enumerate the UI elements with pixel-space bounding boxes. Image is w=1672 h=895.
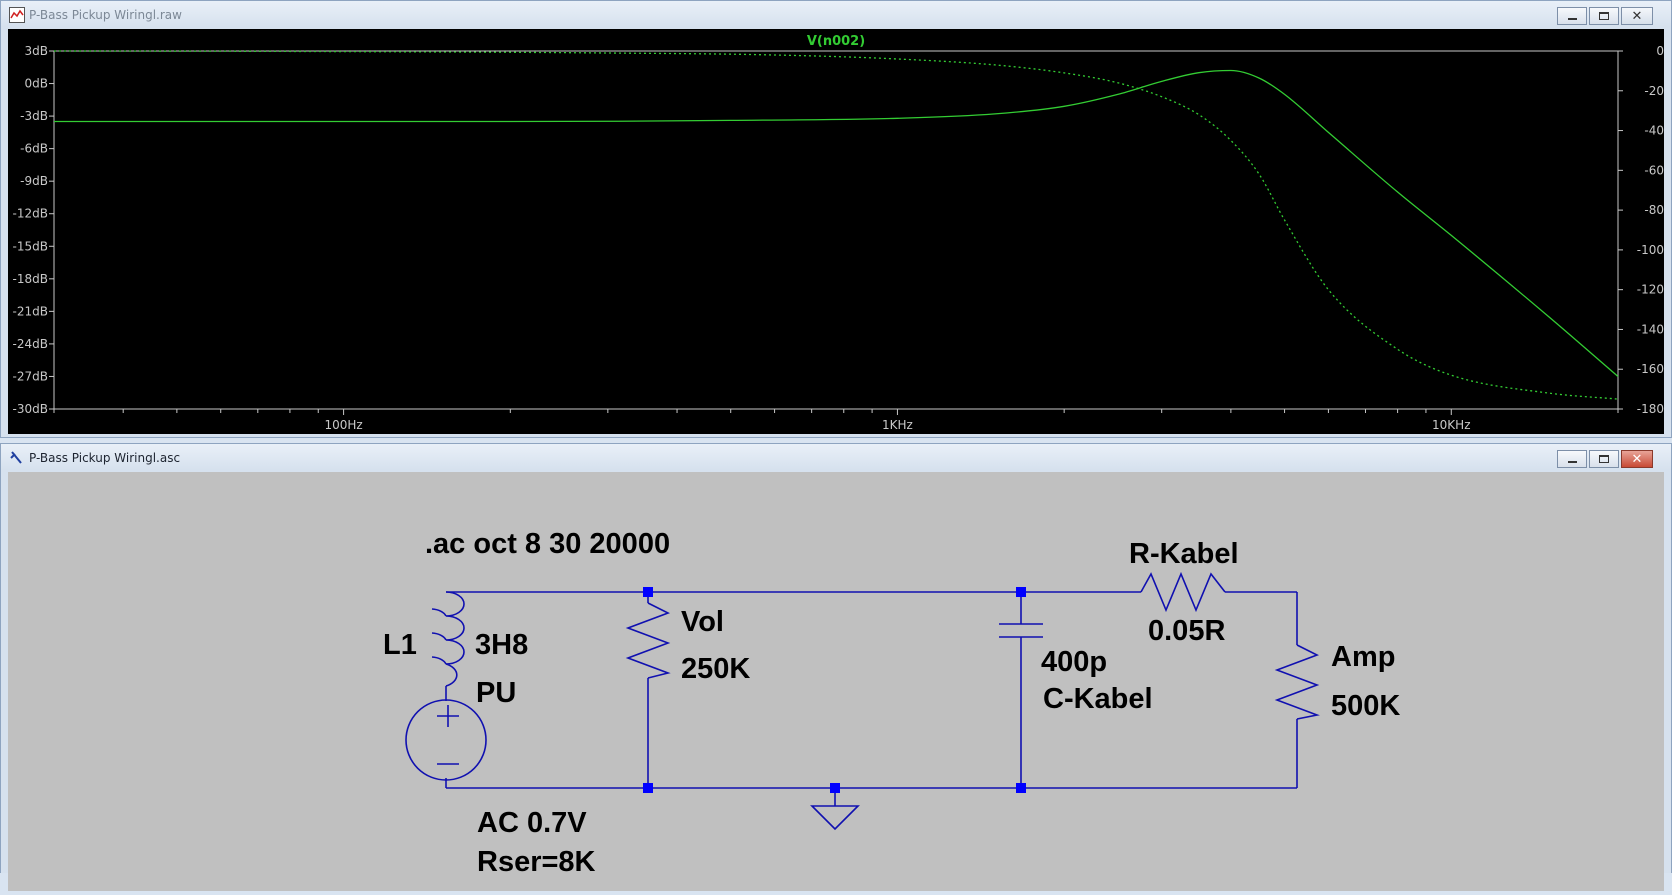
schematic-drawing[interactable]: .ac oct 8 30 20000 L1 3H8 PU Vol 250K 40… [8,472,1664,891]
minimize-button[interactable] [1557,450,1587,468]
y-right-tick-label: -160° [1637,362,1664,376]
y-right-tick-label: -100° [1637,243,1664,257]
maximize-button[interactable] [1589,7,1619,25]
node-cap-top[interactable] [1016,587,1026,597]
maximize-button[interactable] [1589,450,1619,468]
y-right-tick-label: -140° [1637,322,1664,336]
r-kabel-value[interactable]: 0.05R [1148,615,1225,647]
node-vol-bottom[interactable] [643,783,653,793]
cap-value[interactable]: 400p [1041,646,1107,678]
close-icon: ✕ [1631,8,1643,24]
schematic-window-title: P-Bass Pickup Wiringl.asc [29,451,181,465]
y-left-tick-label: -15dB [13,239,48,253]
maximize-icon [1599,455,1609,463]
y-left-tick-label: -6dB [20,142,48,156]
source-rser[interactable]: Rser=8K [477,846,596,878]
y-right-tick-label: -80° [1644,203,1664,217]
y-left-tick-label: -3dB [20,109,48,123]
source-value[interactable]: AC 0.7V [477,807,587,839]
y-left-tick-label: -12dB [13,207,48,221]
source-name[interactable]: PU [476,677,516,709]
y-left-tick-label: 0dB [25,77,48,91]
l1-value[interactable]: 3H8 [475,629,528,661]
y-left-tick-label: -30dB [13,402,48,416]
phase-trace[interactable] [53,50,1619,400]
schematic-icon [9,450,25,466]
inductor-l1[interactable] [445,591,465,687]
inductor-l1-loops [431,608,447,665]
y-left-tick-label: -24dB [13,337,48,351]
y-left-tick-label: -21dB [13,304,48,318]
plot-frame [53,50,1619,410]
r-kabel-name[interactable]: R-Kabel [1129,538,1239,570]
schematic-window: P-Bass Pickup Wiringl.asc ✕ .ac oct 8 30… [0,443,1672,891]
y-right-tick-label: -40° [1644,124,1664,138]
ac-directive[interactable]: .ac oct 8 30 20000 [425,528,670,560]
minimize-icon [1567,18,1577,20]
magnitude-trace[interactable] [53,69,1619,377]
maximize-icon [1599,12,1609,20]
y-left-tick-label: -9dB [20,174,48,188]
x-tick-label: 100Hz [324,418,362,432]
voltage-source-pu[interactable] [405,699,487,781]
y-right-tick-label: -20° [1644,84,1664,98]
close-button[interactable]: ✕ [1621,7,1653,25]
amp-value[interactable]: 500K [1331,690,1400,722]
schematic-titlebar[interactable]: P-Bass Pickup Wiringl.asc ✕ [1,444,1671,472]
minimize-icon [1567,461,1577,463]
y-right-tick-label: -180° [1637,402,1664,416]
waveform-icon [9,7,25,23]
vol-value[interactable]: 250K [681,653,750,685]
y-right-tick-label: 0° [1656,44,1664,58]
trace-label[interactable]: V(n002) [807,34,865,49]
ground-symbol[interactable] [810,805,860,831]
y-left-tick-label: 3dB [25,44,48,58]
minimize-button[interactable] [1557,7,1587,25]
x-tick-label: 1KHz [882,418,913,432]
bode-plot[interactable]: V(n002) 3dB 0dB -3dB -6dB -9dB -12dB -15dB -18d… [8,29,1670,434]
plot-pane[interactable]: V(n002) 3dB 0dB -3dB -6dB -9dB -12dB -15dB -18d… [8,29,1670,434]
node-ground[interactable] [830,783,840,793]
node-cap-bottom[interactable] [1016,783,1026,793]
waveform-window-title: P-Bass Pickup Wiringl.raw [29,8,182,22]
y-left-tick-label: -18dB [13,272,48,286]
close-button[interactable]: ✕ [1621,450,1653,468]
y-right-tick-label: -120° [1637,283,1664,297]
resistor-amp[interactable] [1274,644,1320,720]
schematic-canvas[interactable]: .ac oct 8 30 20000 L1 3H8 PU Vol 250K 40… [8,472,1664,891]
close-icon: ✕ [1631,451,1643,467]
l1-name[interactable]: L1 [383,629,417,661]
y-left-tick-label: -27dB [13,369,48,383]
waveform-titlebar[interactable]: P-Bass Pickup Wiringl.raw ✕ [1,1,1671,29]
resistor-r-kabel[interactable] [1140,571,1226,613]
resistor-vol[interactable] [625,602,671,679]
amp-name[interactable]: Amp [1331,641,1395,673]
y-right-tick-label: -60° [1644,163,1664,177]
x-tick-label: 10KHz [1432,418,1470,432]
node-vol-top[interactable] [643,587,653,597]
vol-name[interactable]: Vol [681,606,724,638]
waveform-window: P-Bass Pickup Wiringl.raw ✕ V(n002) 3dB 0… [0,0,1672,438]
cap-name[interactable]: C-Kabel [1043,683,1153,715]
